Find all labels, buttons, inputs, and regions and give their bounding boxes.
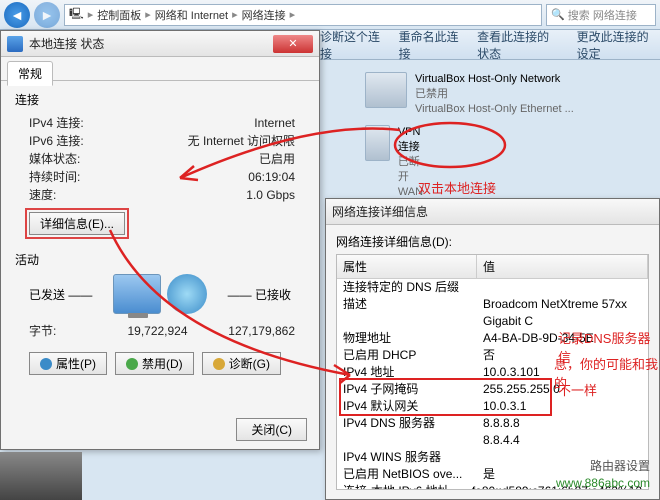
list-item[interactable]: IPv4 默认网关10.0.3.1 [337,398,648,415]
list-header: 属性 值 [337,255,648,279]
shield-icon [40,358,52,370]
watermark-url: www.886abc.com [556,476,650,490]
network-adapter-icon [365,125,390,161]
connection-status-dialog: 本地连接 状态 ✕ 常规 连接 IPv4 连接:Internet IPv6 连接… [0,30,320,450]
list-item[interactable]: 物理地址A4-BA-DB-9D-34-5E [337,330,648,347]
dialog-titlebar[interactable]: 网络连接详细信息 [326,199,659,225]
close-button[interactable]: ✕ [273,35,313,53]
breadcrumb[interactable]: 控制面板 [97,7,141,23]
bytes-sent: 19,722,924 [115,322,210,340]
list-item[interactable]: 连接特定的 DNS 后缀 [337,279,648,296]
computer-icon: 🖳 [69,5,84,24]
details-label: 网络连接详细信息(D): [336,233,649,250]
toolbar-viewstatus[interactable]: 查看此连接的状态 [477,28,560,62]
address-bar[interactable]: 🖳 ▸ 控制面板 ▸ 网络和 Internet ▸ 网络连接 ▸ [64,4,542,26]
explorer-address-bar: ◄ ► 🖳 ▸ 控制面板 ▸ 网络和 Internet ▸ 网络连接 ▸ 🔍 搜… [0,0,660,30]
taskbar-thumbnail [0,452,82,500]
diagnose-button[interactable]: 诊断(G) [202,352,281,375]
list-item[interactable]: 已启用 DHCP否 [337,347,648,364]
list-item[interactable]: 8.8.4.4 [337,432,648,449]
globe-icon [167,274,207,314]
shield-icon [126,358,138,370]
disable-button[interactable]: 禁用(D) [115,352,194,375]
tab-strip: 常规 [1,57,319,81]
search-icon: 🔍 [551,8,565,21]
computer-icon [113,274,161,314]
section-activity: 活动 [15,251,305,268]
list-item[interactable]: IPv4 地址10.0.3.101 [337,364,648,381]
details-button[interactable]: 详细信息(E)... [29,212,125,235]
toolbar-changeset[interactable]: 更改此连接的设定 [577,28,660,62]
close-button[interactable]: 关闭(C) [236,418,307,441]
dialog-title: 网络连接详细信息 [332,203,428,220]
properties-button[interactable]: 属性(P) [29,352,107,375]
toolbar-diagnose[interactable]: 诊断这个连接 [320,28,383,62]
toolbar-rename[interactable]: 重命名此连接 [399,28,462,62]
tab-general[interactable]: 常规 [7,61,53,86]
nav-back-icon[interactable]: ◄ [4,2,30,28]
list-item[interactable]: 描述Broadcom NetXtreme 57xx Gigabit C [337,296,648,330]
network-icon [7,36,23,52]
nav-forward-icon[interactable]: ► [34,2,60,28]
dialog-title: 本地连接 状态 [29,35,104,52]
network-adapter-icon [365,72,407,108]
connection-item[interactable]: VirtualBox Host-Only Network 已禁用 Virtual… [365,72,595,117]
bytes-received: 127,179,862 [210,322,305,340]
watermark-text: 路由器设置 [590,457,650,474]
search-input[interactable]: 🔍 搜索 网络连接 [546,4,656,26]
sent-label: 已发送 —— [29,286,92,303]
details-list[interactable]: 属性 值 连接特定的 DNS 后缀描述Broadcom NetXtreme 57… [336,254,649,490]
section-connection: 连接 [15,91,305,108]
recv-label: —— 已接收 [228,286,291,303]
list-item[interactable]: IPv4 子网掩码255.255.255.0 [337,381,648,398]
shield-icon [213,358,225,370]
dialog-titlebar[interactable]: 本地连接 状态 ✕ [1,31,319,57]
breadcrumb[interactable]: 网络和 Internet [155,7,228,23]
connection-details-dialog: 网络连接详细信息 网络连接详细信息(D): 属性 值 连接特定的 DNS 后缀描… [325,198,660,500]
list-item[interactable]: IPv4 DNS 服务器8.8.8.8 [337,415,648,432]
breadcrumb[interactable]: 网络连接 [242,7,286,23]
